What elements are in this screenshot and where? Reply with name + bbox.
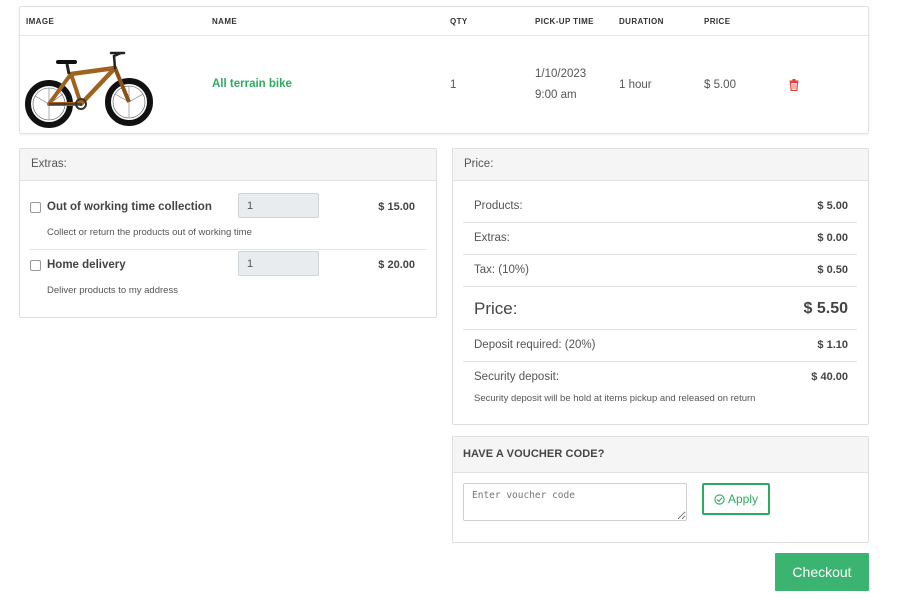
extra-label: Out of working time collection — [47, 201, 212, 213]
extras-label: Extras: — [474, 232, 510, 244]
total-value: $ 5.50 — [803, 300, 848, 317]
total-label: Price: — [474, 299, 518, 318]
voucher-code-input[interactable] — [463, 483, 687, 521]
product-price: $ 5.00 — [704, 79, 736, 91]
pickup-date: 1/10/2023 — [535, 68, 587, 80]
extra-quantity-input[interactable] — [238, 193, 319, 218]
price-row-total: Price: $ 5.50 — [463, 287, 857, 330]
voucher-panel: HAVE A VOUCHER CODE? Apply — [452, 436, 869, 543]
extra-description: Deliver products to my address — [47, 285, 178, 296]
check-circle-icon — [714, 493, 725, 505]
extra-price: $ 20.00 — [378, 259, 415, 271]
tax-label: Tax: (10%) — [474, 264, 529, 276]
pickup-time: 9:00 am — [535, 89, 577, 101]
header-image: IMAGE — [26, 17, 55, 26]
security-label: Security deposit: — [474, 371, 560, 383]
deposit-value: $ 1.10 — [817, 339, 848, 351]
tax-value: $ 0.50 — [817, 264, 848, 276]
voucher-title: HAVE A VOUCHER CODE? — [453, 437, 868, 473]
header-name: NAME — [212, 17, 238, 26]
extras-value: $ 0.00 — [817, 232, 848, 244]
apply-label: Apply — [727, 492, 759, 506]
price-row-deposit: Deposit required: (20%) $ 1.10 — [463, 330, 857, 362]
apply-voucher-button[interactable]: Apply — [702, 483, 770, 515]
divider — [30, 249, 427, 250]
deposit-label: Deposit required: (20%) — [474, 339, 596, 351]
header-qty: QTY — [450, 17, 468, 26]
price-title: Price: — [453, 149, 868, 181]
checkout-button[interactable]: Checkout — [775, 553, 869, 591]
extra-description: Collect or return the products out of wo… — [47, 227, 252, 238]
price-row-extras: Extras: $ 0.00 — [463, 223, 857, 255]
extra-quantity-input[interactable] — [238, 251, 319, 276]
header-duration: DURATION — [619, 17, 664, 26]
trash-icon[interactable] — [789, 79, 799, 91]
extra-price: $ 15.00 — [378, 201, 415, 213]
product-qty: 1 — [450, 79, 457, 91]
products-value: $ 5.00 — [817, 200, 848, 212]
price-row-products: Products: $ 5.00 — [463, 191, 857, 223]
product-name-link[interactable]: All terrain bike — [212, 78, 292, 90]
header-pickup-time: PICK-UP TIME — [535, 17, 594, 26]
cart-table: IMAGE NAME QTY PICK-UP TIME DURATION PRI… — [19, 6, 869, 134]
price-panel: Price: Products: $ 5.00 Extras: $ 0.00 T… — [452, 148, 869, 425]
extra-label: Home delivery — [47, 259, 126, 271]
security-note: Security deposit will be hold at items p… — [474, 393, 756, 404]
extras-panel: Extras: Out of working time collection $… — [19, 148, 437, 318]
extra-checkbox[interactable] — [30, 260, 41, 271]
products-label: Products: — [474, 200, 523, 212]
price-row-security: Security deposit: $ 40.00 Security depos… — [463, 362, 857, 414]
cart-table-header: IMAGE NAME QTY PICK-UP TIME DURATION PRI… — [20, 7, 868, 36]
extras-title: Extras: — [20, 149, 436, 181]
bike-image[interactable] — [25, 44, 157, 130]
security-value: $ 40.00 — [811, 371, 848, 383]
price-row-tax: Tax: (10%) $ 0.50 — [463, 255, 857, 287]
product-duration: 1 hour — [619, 79, 652, 91]
header-price: PRICE — [704, 17, 731, 26]
extra-checkbox[interactable] — [30, 202, 41, 213]
